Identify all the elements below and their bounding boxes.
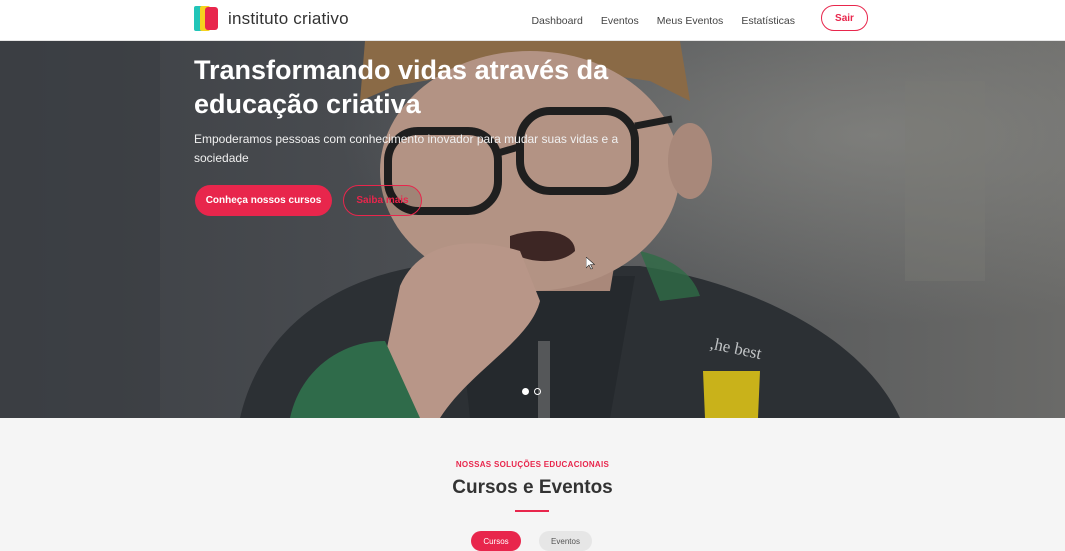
carousel-dot-1[interactable] [522,388,529,395]
section-title: Cursos e Eventos [452,477,613,498]
mouse-cursor-icon [586,257,595,270]
hero-subtitle: Empoderamos pessoas com conhecimento ino… [194,132,619,165]
carousel-indicators [522,388,546,395]
learn-more-button[interactable]: Saiba mais [343,185,422,216]
logout-button[interactable]: Sair [821,5,868,31]
brand-name: instituto criativo [228,8,349,28]
section-eyebrow: NOSSAS SOLUÇÕES EDUCACIONAIS [455,460,610,469]
hero-title: Transformando vidas através da educação … [194,55,609,119]
content-tabs: Cursos Eventos [471,531,592,551]
section-divider [515,510,549,512]
tab-eventos[interactable]: Eventos [539,531,592,551]
brand-logo[interactable]: instituto criativo [194,6,349,31]
nav-item-eventos[interactable]: Eventos [601,15,639,27]
logo-icon [194,6,220,31]
courses-button[interactable]: Conheça nossos cursos [195,185,332,216]
carousel-dot-2[interactable] [534,388,541,395]
nav-item-estatisticas[interactable]: Estatísticas [741,15,795,27]
hero-carousel: ,he best Transformando vidas através da … [0,41,1065,418]
nav-item-meus-eventos[interactable]: Meus Eventos [657,15,724,27]
main-nav: Dashboard Eventos Meus Eventos Estatísti… [513,0,795,41]
tab-cursos[interactable]: Cursos [471,531,521,551]
nav-item-dashboard[interactable]: Dashboard [531,15,582,27]
top-navbar: instituto criativo Dashboard Eventos Meu… [0,0,1065,41]
